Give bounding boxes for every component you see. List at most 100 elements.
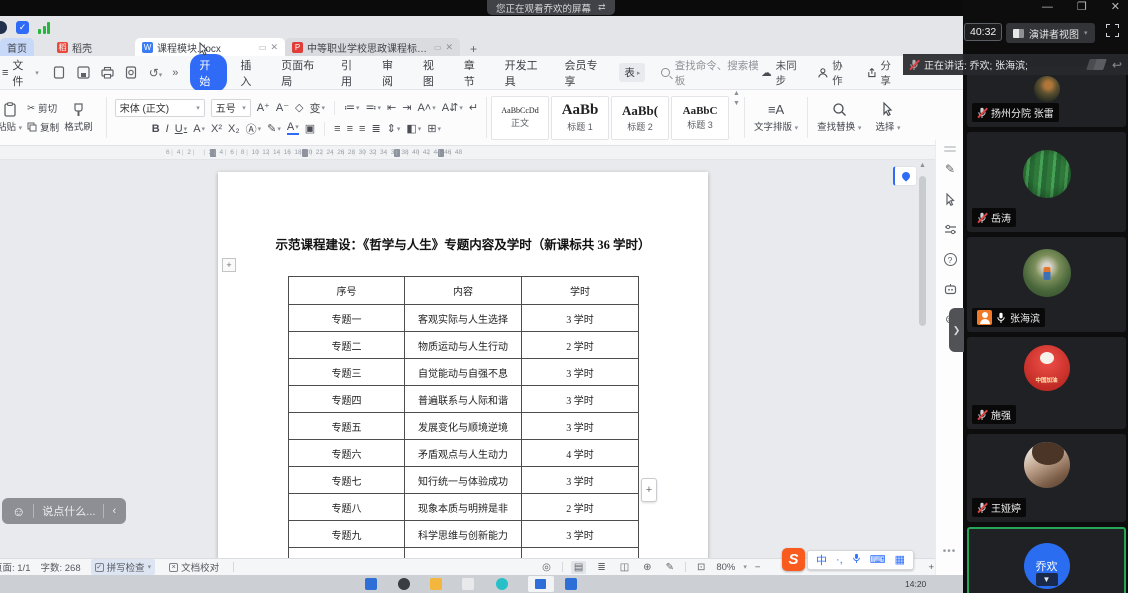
line-spacing-icon[interactable]: ⇕▾: [387, 122, 401, 135]
phonetic-guide-icon[interactable]: Ⓐ▾: [246, 121, 262, 137]
underline-button[interactable]: U▾: [175, 123, 187, 135]
share-button[interactable]: 分享: [867, 58, 899, 88]
ime-punctuation-toggle[interactable]: ·,: [836, 554, 843, 566]
scroll-down-icon[interactable]: ▼: [733, 100, 740, 107]
restore-button[interactable]: ❐: [1077, 0, 1087, 14]
style-card[interactable]: AaBb(标题 2: [611, 96, 669, 140]
document-page[interactable]: 示范课程建设：《哲学与人生》专题内容及学时（新课标共 36 学时） + 序号 内…: [218, 172, 708, 558]
save-icon[interactable]: [77, 66, 90, 79]
char-border-icon[interactable]: A▾: [193, 123, 205, 135]
text-direction-icon[interactable]: A⇵▾: [442, 101, 463, 114]
superscript-icon[interactable]: X²: [211, 123, 222, 135]
style-card[interactable]: AaBbC标题 3: [671, 96, 729, 140]
ribbon-tab[interactable]: 章节: [455, 54, 492, 92]
tab-docer[interactable]: 稻 稻壳: [50, 38, 99, 56]
ime-keyboard-icon[interactable]: ⌨: [870, 553, 886, 566]
text-effects-icon[interactable]: 变▾: [309, 100, 325, 116]
spell-check-toggle[interactable]: ✓ 拼写检查 ▾: [91, 559, 156, 575]
search-box[interactable]: 查找命令、搜索模板: [661, 58, 761, 88]
bullet-list-icon[interactable]: ≔▾: [344, 101, 360, 114]
participant-tile[interactable]: 中国加油 施强: [967, 337, 1126, 429]
participant-tile[interactable]: 张海滨: [967, 237, 1126, 332]
table-tools-tab[interactable]: 表 ▸: [619, 63, 645, 82]
write-mode-icon[interactable]: ✎: [663, 561, 677, 574]
font-size-select[interactable]: 五号▾: [211, 99, 251, 117]
close-tab-icon[interactable]: ✕: [270, 42, 278, 53]
text-layout-button[interactable]: ≡A 文字排版 ▾: [747, 90, 805, 145]
taskbar-app-icon[interactable]: [462, 578, 474, 590]
taskbar-app-icon[interactable]: [496, 578, 508, 590]
collaborate-button[interactable]: 协作: [818, 58, 850, 88]
outline-view-icon[interactable]: ≣: [594, 561, 608, 574]
participant-tile-active-speaker[interactable]: 乔欢 ▼: [967, 527, 1126, 593]
scrollbar-thumb[interactable]: [919, 176, 926, 326]
ribbon-tab[interactable]: 开发工具: [496, 54, 552, 92]
align-center-icon[interactable]: ≡: [347, 123, 353, 135]
taskbar-app-icon[interactable]: [365, 578, 377, 590]
font-color-icon[interactable]: A▾: [287, 122, 299, 135]
security-shield-icon[interactable]: ✓: [16, 21, 29, 34]
fullscreen-button[interactable]: [1106, 24, 1119, 42]
italic-button[interactable]: I: [166, 123, 169, 135]
style-card[interactable]: AaBb标题 1: [551, 96, 609, 140]
show-marks-icon[interactable]: ↵: [469, 101, 478, 114]
collapse-chat-icon[interactable]: ‹: [112, 505, 116, 517]
increase-indent-icon[interactable]: ⇥: [402, 101, 411, 114]
view-mode-button[interactable]: 演讲者视图 ▾: [1006, 23, 1095, 43]
chat-quick-bar[interactable]: ☺ 说点什么... ‹: [2, 498, 126, 524]
taskbar-app-icon[interactable]: [430, 578, 442, 590]
chat-placeholder[interactable]: 说点什么...: [42, 503, 95, 519]
borders-icon[interactable]: ⊞▾: [427, 122, 441, 135]
assistant-robot-icon[interactable]: [936, 274, 964, 304]
cursor-tool-icon[interactable]: [936, 184, 964, 214]
paste-button[interactable]: 粘贴 ▾: [0, 102, 27, 133]
taskbar-active-app[interactable]: [528, 576, 554, 592]
minimize-button[interactable]: —: [1042, 0, 1053, 14]
styles-scroll[interactable]: ▲▼: [731, 90, 742, 145]
sidebar-expander[interactable]: ❯: [949, 308, 964, 352]
emoji-icon[interactable]: ☺: [12, 504, 25, 519]
file-menu[interactable]: ≡ 文件 ▾: [2, 57, 39, 89]
participant-tile[interactable]: 扬州分院 张雷: [967, 66, 1126, 127]
zoom-in-button[interactable]: +: [928, 562, 934, 573]
undo-icon[interactable]: ↺▾: [149, 66, 163, 80]
more-tools-icon[interactable]: »: [172, 67, 178, 79]
char-scale-icon[interactable]: A˄▾: [417, 102, 435, 114]
sogou-logo-icon[interactable]: S: [782, 548, 805, 571]
switch-screen-icon[interactable]: ⇄: [598, 2, 606, 13]
shading-icon[interactable]: ◧▾: [406, 122, 421, 135]
align-right-icon[interactable]: ≡: [359, 123, 365, 135]
user-avatar[interactable]: [0, 21, 7, 34]
ribbon-tab[interactable]: 页面布局: [272, 54, 328, 92]
taskbar-app-icon[interactable]: [565, 578, 577, 590]
print-icon[interactable]: [101, 66, 114, 79]
more-dots-icon[interactable]: •••: [936, 546, 963, 557]
print-preview-icon[interactable]: [125, 66, 138, 79]
eye-protection-icon[interactable]: ◎: [539, 561, 554, 574]
justify-icon[interactable]: ≣: [371, 122, 380, 135]
ribbon-tab[interactable]: 会员专享: [556, 54, 612, 92]
grow-font-icon[interactable]: A⁺: [257, 101, 270, 114]
decrease-indent-icon[interactable]: ⇤: [387, 101, 396, 114]
chevron-down-icon[interactable]: ▼: [1036, 573, 1058, 586]
align-left-icon[interactable]: ≡: [334, 123, 340, 135]
ime-language-toggle[interactable]: 中: [816, 552, 827, 568]
location-pin-button[interactable]: [893, 166, 917, 186]
pen-tool-icon[interactable]: ✎: [936, 154, 964, 184]
zoom-out-button[interactable]: −: [755, 562, 761, 573]
settings-sliders-icon[interactable]: [936, 214, 964, 244]
cloud-sync-status[interactable]: ☁ 未同步: [761, 58, 802, 88]
ribbon-tab[interactable]: 引用: [332, 54, 369, 92]
ribbon-tab[interactable]: 视图: [414, 54, 451, 92]
mic-muted-icon[interactable]: [909, 59, 919, 71]
subscript-icon[interactable]: X₂: [228, 123, 240, 135]
char-shading-icon[interactable]: ▣: [305, 122, 315, 135]
vertical-scrollbar[interactable]: ▲: [917, 162, 928, 556]
help-icon[interactable]: ?: [936, 244, 964, 274]
format-painter-button[interactable]: 格式刷: [59, 103, 98, 133]
numbered-list-icon[interactable]: ≕▾: [366, 101, 382, 114]
ruler[interactable]: 6|4|2||2|4|6|8|10|12|14|16|18|20|22|24|2…: [0, 146, 935, 160]
clear-format-icon[interactable]: ◇: [295, 101, 303, 114]
shrink-font-icon[interactable]: A⁻: [276, 101, 289, 114]
style-card[interactable]: AaBbCcDd正文: [491, 96, 549, 140]
